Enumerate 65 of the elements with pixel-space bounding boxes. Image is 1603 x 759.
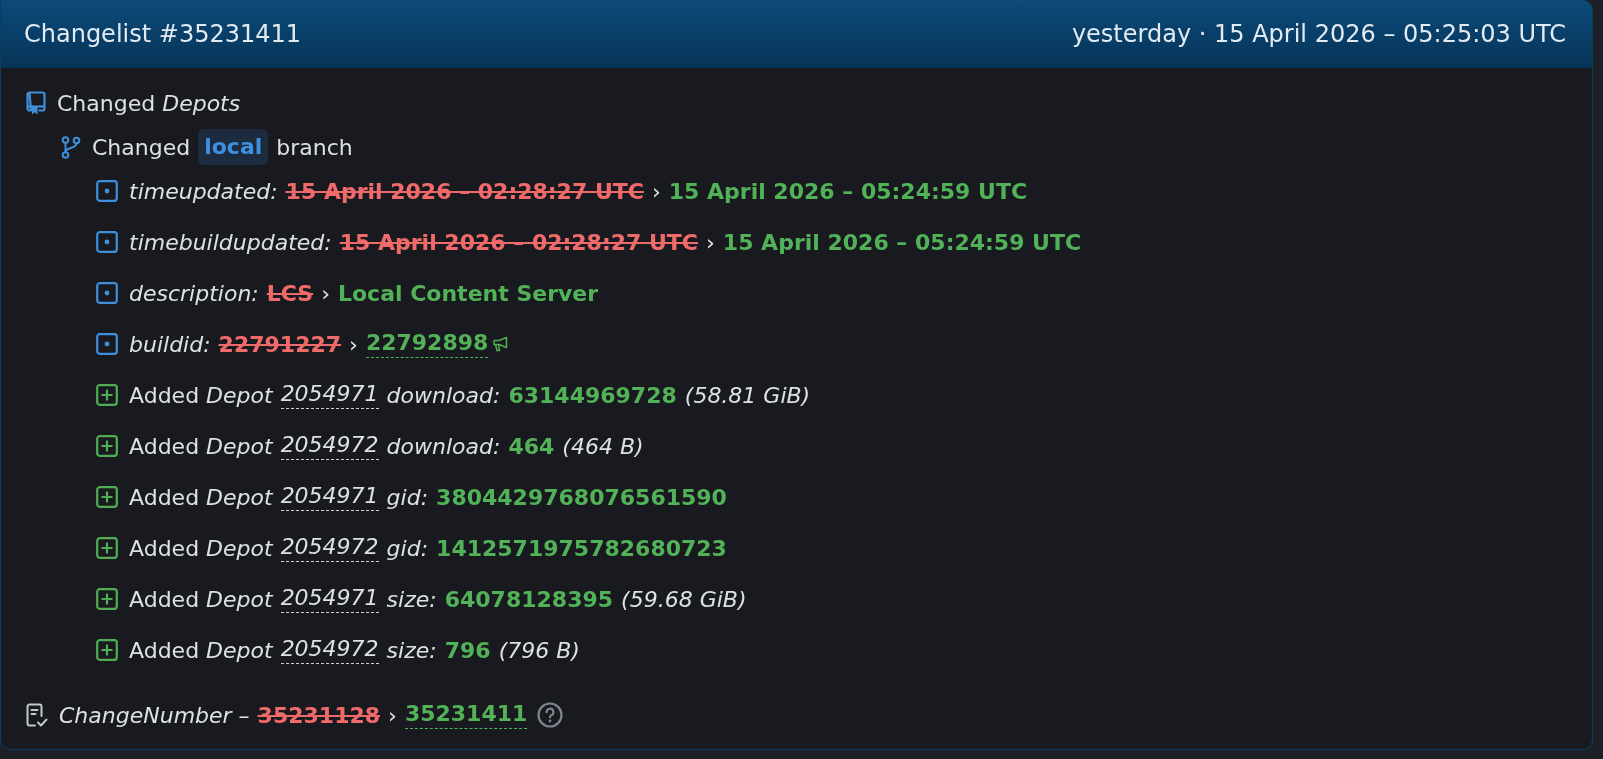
depot-link[interactable]: 2054971 [280,483,379,511]
change-arrow: › [388,702,397,728]
added-label: Added Depot [129,484,273,510]
property-name: description: [129,280,259,306]
new-value: 3804429768076561590 [436,484,727,510]
depot-link[interactable]: 2054972 [280,432,379,460]
new-value: 64078128395 [444,586,614,612]
size-note: (59.68 GiB) [621,586,747,612]
branch-badge: local [198,129,269,165]
plus-square-icon [96,435,118,457]
branch-icon [61,135,81,159]
new-value: 796 [444,637,491,663]
size-note: (464 B) [562,433,644,459]
property-name: gid: [386,535,429,561]
megaphone-icon [492,336,509,352]
property-name: timeupdated: [129,178,278,204]
old-value: 15 April 2026 – 02:28:27 UTC [339,229,698,255]
depot-link[interactable]: 2054972 [280,636,379,664]
changelist-title: Changelist #35231411 [24,20,302,48]
old-value: 22791227 [218,331,342,357]
depot-link[interactable]: 2054971 [280,381,379,409]
property-name: size: [386,637,437,663]
plus-square-icon [96,384,118,406]
added-label: Added Depot [129,535,273,561]
size-note: (58.81 GiB) [684,382,811,408]
new-value: 15 April 2026 – 05:24:59 UTC [668,178,1028,204]
section-title: Changed Depots [57,90,241,116]
old-value: 15 April 2026 – 02:28:27 UTC [285,178,644,204]
help-icon[interactable] [537,702,564,728]
depot-link[interactable]: 2054971 [280,585,379,613]
added-label: Added Depot [129,637,273,663]
change-label: Changed [92,134,191,160]
property-name: timebuildupdated: [129,229,332,255]
branch-label: branch [276,134,353,160]
size-note: (796 B) [498,637,580,663]
depot-link[interactable]: 2054972 [280,534,379,562]
new-value-link[interactable]: 35231411 [404,701,528,729]
new-value: 464 [508,433,555,459]
plus-square-icon [96,588,118,610]
change-arrow: › [349,331,358,357]
property-name: download: [386,382,501,408]
new-value: 15 April 2026 – 05:24:59 UTC [722,229,1082,255]
added-label: Added Depot [129,433,273,459]
property-name: download: [386,433,501,459]
old-value: 35231128 [257,702,381,728]
property-name: buildid: [129,331,211,357]
old-value: LCS [266,280,314,306]
timestamp: yesterday · 15 April 2026 – 05:25:03 UTC [1071,20,1566,48]
plus-square-icon [96,486,118,508]
new-value-link[interactable]: 22792898 [365,330,489,358]
new-value: Local Content Server [337,280,599,306]
added-label: Added Depot [129,586,273,612]
property-name: size: [386,586,437,612]
added-label: Added Depot [129,382,273,408]
change-arrow: › [651,178,661,204]
new-value: 63144969728 [508,382,677,408]
property-name: ChangeNumber – [59,702,250,728]
change-arrow: › [321,280,330,306]
change-arrow: › [706,229,715,255]
property-name: gid: [386,484,429,510]
book-icon [26,91,46,115]
new-value: 1412571975782680723 [436,535,727,561]
plus-square-icon [96,537,118,559]
plus-square-icon [96,639,118,661]
document-check-icon [26,702,48,728]
